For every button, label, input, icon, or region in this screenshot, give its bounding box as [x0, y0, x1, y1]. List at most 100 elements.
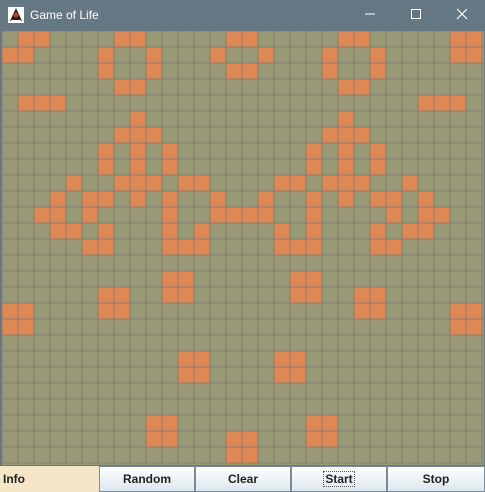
dead-cell[interactable] [289, 110, 307, 128]
dead-cell[interactable] [433, 430, 451, 448]
dead-cell[interactable] [177, 382, 195, 400]
dead-cell[interactable] [241, 414, 259, 432]
dead-cell[interactable] [177, 142, 195, 160]
dead-cell[interactable] [273, 318, 291, 336]
live-cell[interactable] [321, 126, 339, 144]
dead-cell[interactable] [401, 46, 419, 64]
dead-cell[interactable] [241, 174, 259, 192]
dead-cell[interactable] [417, 62, 435, 80]
close-button[interactable] [439, 0, 485, 31]
dead-cell[interactable] [145, 398, 163, 416]
dead-cell[interactable] [49, 142, 67, 160]
live-cell[interactable] [369, 142, 387, 160]
dead-cell[interactable] [193, 382, 211, 400]
live-cell[interactable] [161, 286, 179, 304]
dead-cell[interactable] [465, 270, 483, 288]
dead-cell[interactable] [145, 270, 163, 288]
dead-cell[interactable] [33, 222, 51, 240]
live-cell[interactable] [33, 206, 51, 224]
dead-cell[interactable] [449, 62, 467, 80]
live-cell[interactable] [289, 286, 307, 304]
dead-cell[interactable] [81, 174, 99, 192]
dead-cell[interactable] [97, 110, 115, 128]
dead-cell[interactable] [225, 254, 243, 272]
dead-cell[interactable] [305, 366, 323, 384]
dead-cell[interactable] [417, 174, 435, 192]
live-cell[interactable] [145, 46, 163, 64]
dead-cell[interactable] [81, 286, 99, 304]
dead-cell[interactable] [321, 158, 339, 176]
dead-cell[interactable] [305, 62, 323, 80]
dead-cell[interactable] [17, 430, 35, 448]
live-cell[interactable] [337, 142, 355, 160]
dead-cell[interactable] [449, 110, 467, 128]
live-cell[interactable] [465, 302, 483, 320]
dead-cell[interactable] [17, 126, 35, 144]
dead-cell[interactable] [33, 142, 51, 160]
live-cell[interactable] [289, 174, 307, 192]
dead-cell[interactable] [193, 158, 211, 176]
live-cell[interactable] [337, 78, 355, 96]
dead-cell[interactable] [353, 222, 371, 240]
dead-cell[interactable] [17, 366, 35, 384]
dead-cell[interactable] [129, 350, 147, 368]
dead-cell[interactable] [17, 110, 35, 128]
dead-cell[interactable] [49, 31, 67, 48]
live-cell[interactable] [241, 206, 259, 224]
dead-cell[interactable] [161, 46, 179, 64]
dead-cell[interactable] [209, 302, 227, 320]
dead-cell[interactable] [353, 158, 371, 176]
live-cell[interactable] [2, 318, 19, 336]
dead-cell[interactable] [385, 302, 403, 320]
dead-cell[interactable] [129, 382, 147, 400]
dead-cell[interactable] [33, 190, 51, 208]
dead-cell[interactable] [97, 270, 115, 288]
dead-cell[interactable] [385, 286, 403, 304]
live-cell[interactable] [449, 318, 467, 336]
live-cell[interactable] [289, 270, 307, 288]
dead-cell[interactable] [177, 446, 195, 464]
dead-cell[interactable] [177, 206, 195, 224]
dead-cell[interactable] [193, 110, 211, 128]
dead-cell[interactable] [33, 46, 51, 64]
dead-cell[interactable] [289, 318, 307, 336]
dead-cell[interactable] [193, 270, 211, 288]
live-cell[interactable] [17, 302, 35, 320]
dead-cell[interactable] [209, 318, 227, 336]
dead-cell[interactable] [81, 414, 99, 432]
dead-cell[interactable] [17, 398, 35, 416]
dead-cell[interactable] [49, 398, 67, 416]
live-cell[interactable] [417, 94, 435, 112]
dead-cell[interactable] [129, 62, 147, 80]
dead-cell[interactable] [465, 286, 483, 304]
dead-cell[interactable] [17, 414, 35, 432]
dead-cell[interactable] [129, 414, 147, 432]
dead-cell[interactable] [369, 414, 387, 432]
dead-cell[interactable] [257, 270, 275, 288]
live-cell[interactable] [241, 31, 259, 48]
dead-cell[interactable] [273, 206, 291, 224]
dead-cell[interactable] [145, 350, 163, 368]
dead-cell[interactable] [81, 94, 99, 112]
dead-cell[interactable] [449, 430, 467, 448]
dead-cell[interactable] [49, 110, 67, 128]
dead-cell[interactable] [385, 126, 403, 144]
dead-cell[interactable] [465, 350, 483, 368]
dead-cell[interactable] [49, 254, 67, 272]
dead-cell[interactable] [81, 318, 99, 336]
dead-cell[interactable] [449, 126, 467, 144]
live-cell[interactable] [369, 302, 387, 320]
dead-cell[interactable] [337, 446, 355, 464]
dead-cell[interactable] [2, 414, 19, 432]
dead-cell[interactable] [2, 270, 19, 288]
dead-cell[interactable] [369, 270, 387, 288]
live-cell[interactable] [305, 238, 323, 256]
dead-cell[interactable] [257, 286, 275, 304]
dead-cell[interactable] [65, 366, 83, 384]
dead-cell[interactable] [65, 414, 83, 432]
live-cell[interactable] [305, 142, 323, 160]
dead-cell[interactable] [49, 414, 67, 432]
dead-cell[interactable] [209, 78, 227, 96]
dead-cell[interactable] [417, 238, 435, 256]
dead-cell[interactable] [177, 398, 195, 416]
